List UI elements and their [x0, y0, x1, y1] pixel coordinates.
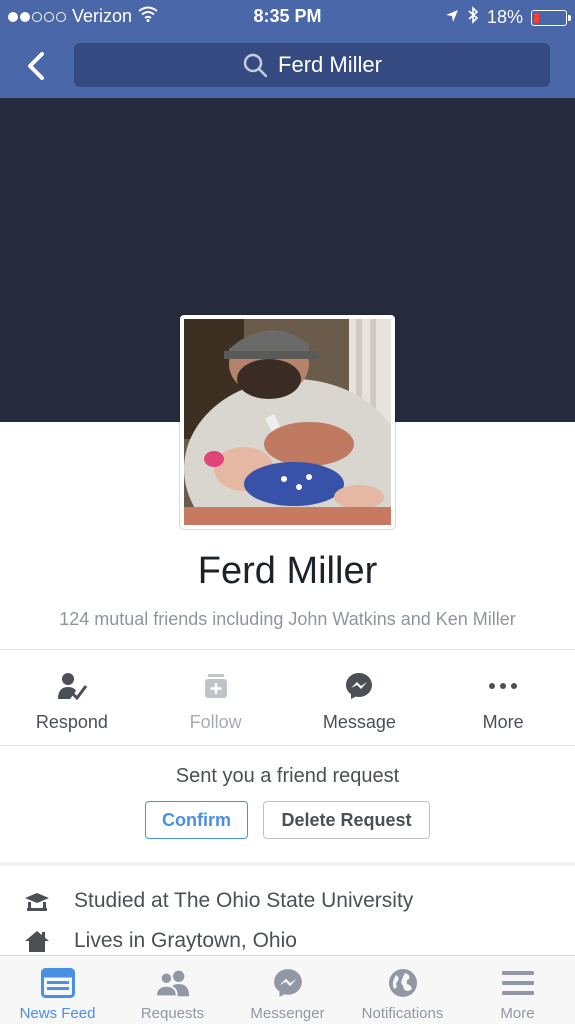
confirm-button[interactable]: Confirm [145, 801, 248, 839]
menu-icon [500, 966, 536, 1000]
education-icon [22, 886, 52, 916]
search-bar[interactable]: Ferd Miller [74, 43, 550, 87]
bluetooth-icon [467, 6, 479, 29]
residence-row[interactable]: Lives in Graytown, Ohio [0, 923, 575, 959]
status-bar: Verizon 8:35 PM 18% [0, 0, 575, 34]
profile-actions: Respond Follow Message More [0, 650, 575, 745]
profile-name: Ferd Miller [197, 550, 378, 592]
friend-requests-icon [154, 966, 191, 1000]
news-feed-icon [40, 966, 76, 1000]
back-button[interactable] [18, 48, 54, 84]
respond-label: Respond [35, 712, 108, 732]
follow-icon [198, 668, 234, 704]
search-text: Ferd Miller [278, 52, 382, 77]
tab-label: News Feed [19, 1005, 96, 1022]
tab-label: Messenger [250, 1005, 325, 1022]
profile-picture[interactable] [180, 315, 395, 529]
messenger-icon [341, 668, 377, 704]
top-bar: Verizon 8:35 PM 18% Ferd Miller [0, 0, 575, 98]
message-button[interactable]: Message [288, 650, 432, 745]
tab-messenger[interactable]: Messenger [230, 956, 345, 1024]
location-arrow-icon [445, 7, 459, 28]
search-icon [243, 53, 268, 78]
tab-label: More [500, 1005, 535, 1022]
messenger-icon [270, 966, 306, 1000]
follow-label: Follow [189, 712, 242, 732]
residence-text: Lives in Graytown, Ohio [74, 929, 297, 952]
message-label: Message [322, 712, 396, 732]
profile-photo-image [184, 319, 391, 525]
tab-more[interactable]: More [460, 956, 575, 1024]
more-label: More [482, 712, 524, 732]
bottom-tab-bar: News Feed Requests Messenger Notificatio… [0, 955, 575, 1024]
battery-icon [531, 9, 571, 26]
follow-button[interactable]: Follow [144, 650, 288, 745]
education-text: Studied at The Ohio State University [74, 889, 414, 912]
more-button[interactable]: More [431, 650, 575, 745]
respond-icon [54, 668, 90, 704]
battery-level [534, 12, 539, 23]
globe-icon [385, 966, 421, 1000]
tab-notifications[interactable]: Notifications [345, 956, 460, 1024]
respond-button[interactable]: Respond [0, 650, 144, 745]
tab-news-feed[interactable]: News Feed [0, 956, 115, 1024]
tab-requests[interactable]: Requests [115, 956, 230, 1024]
divider [0, 745, 575, 746]
home-icon [22, 926, 52, 956]
section-separator [0, 862, 575, 866]
more-dots-icon [485, 668, 521, 704]
chevron-left-icon [28, 52, 44, 80]
education-row[interactable]: Studied at The Ohio State University [0, 883, 575, 919]
friend-request-text: Sent you a friend request [175, 765, 400, 787]
tab-label: Requests [140, 1005, 205, 1022]
battery-percent: 18% [486, 7, 523, 27]
delete-request-button[interactable]: Delete Request [263, 801, 430, 839]
tab-label: Notifications [361, 1005, 444, 1022]
mutual-friends-link[interactable]: 124 mutual friends including John Watkin… [0, 609, 575, 630]
